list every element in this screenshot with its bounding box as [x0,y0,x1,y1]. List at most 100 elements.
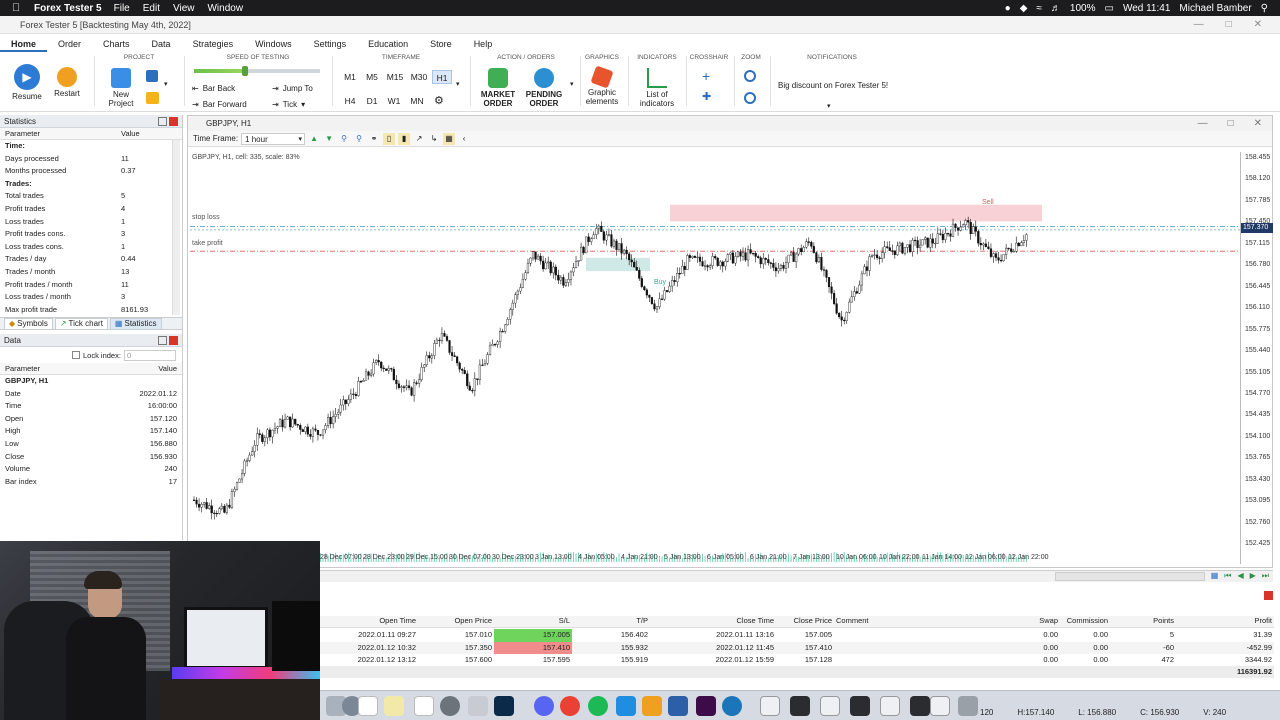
tab-strategies[interactable]: Strategies [182,36,245,52]
chevron-down-icon[interactable]: ▾ [164,80,168,88]
tab-charts[interactable]: Charts [92,36,141,52]
settings-icon[interactable] [440,696,460,716]
trash-icon[interactable] [958,696,978,716]
window-thumb-icon[interactable] [790,696,810,716]
tab-store[interactable]: Store [419,36,463,52]
list-of-indicators-button[interactable]: List of indicators [632,68,682,108]
col-open-price[interactable]: Open Price [418,616,494,627]
next-icon[interactable]: ▶ [1250,571,1256,581]
menubar-app-name[interactable]: Forex Tester 5 [34,3,102,14]
tf-m1[interactable]: M1 [340,70,360,84]
market-order-button[interactable]: MARKET ORDER [476,68,520,108]
quicktime-icon[interactable] [722,696,742,716]
volume-icon[interactable]: ♬ [1051,3,1061,14]
menubar-datetime[interactable]: Wed 11:41 [1123,3,1170,14]
tf-h4[interactable]: H4 [340,94,360,108]
vs-code-icon[interactable] [668,696,688,716]
minimize-icon[interactable]: — [1198,116,1208,131]
col-sl[interactable]: S/L [494,616,572,627]
menu-view[interactable]: View [173,3,195,14]
record-icon[interactable]: ● [1005,3,1011,14]
photoshop-icon[interactable] [494,696,514,716]
timeframe-select[interactable]: 1 hour ▾ [241,132,306,145]
chevron-down-icon[interactable]: ▾ [456,80,460,88]
statistics-scrollbar[interactable] [172,140,180,315]
tf-m30[interactable]: M30 [408,70,430,84]
col-commission[interactable]: Commission [1060,616,1110,627]
zoom-out-icon[interactable] [744,92,756,104]
minimize-icon[interactable]: — [1194,19,1204,30]
restart-button[interactable]: Restart [50,64,84,98]
tf-m15[interactable]: M15 [384,70,406,84]
prev-icon[interactable]: ◀ [1237,571,1243,581]
maximize-icon[interactable]: □ [1226,19,1232,30]
notes-icon[interactable] [384,696,404,716]
fit-icon[interactable]: ▦ [1211,571,1219,581]
line-chart-icon[interactable]: ↗ [413,133,425,145]
crosshair-dotted-icon[interactable]: ✚ [702,90,711,103]
tab-windows[interactable]: Windows [244,36,303,52]
menu-window[interactable]: Window [207,3,243,14]
chevron-down-icon[interactable]: ▾ [570,80,574,88]
last-icon[interactable]: ⏭ [1262,571,1269,581]
tab-order[interactable]: Order [47,36,92,52]
tf-mn[interactable]: MN [406,94,428,108]
indicator-icon[interactable]: ↳ [428,133,440,145]
first-icon[interactable]: ⏮ [1224,571,1231,581]
chart-scrollbar[interactable] [1055,572,1205,581]
tf-w1[interactable]: W1 [384,94,404,108]
dropbox-icon[interactable]: ◆ [1020,3,1028,14]
grid-icon[interactable]: ▦ [443,132,456,145]
col-close-time[interactable]: Close Time [650,616,776,627]
speed-slider-handle[interactable] [242,66,248,76]
tab-education[interactable]: Education [357,36,419,52]
tab-data[interactable]: Data [141,36,182,52]
menubar-user[interactable]: Michael Bamber [1179,3,1251,14]
table-row[interactable]: 2022.01.12 10:32 157.350 157.410 155.932 202… [320,641,1274,655]
arrow-up-icon[interactable]: ▲ [308,133,320,145]
binoculars-icon[interactable]: ⚭ [368,133,380,145]
restore-icon[interactable] [158,336,167,345]
gear-icon[interactable]: ⚙ [434,94,444,107]
window-thumb-icon[interactable] [820,696,840,716]
close-icon[interactable] [1264,591,1273,600]
window-thumb-icon[interactable] [910,696,930,716]
tab-help[interactable]: Help [463,36,504,52]
arrow-down-icon[interactable]: ▼ [323,133,335,145]
close-icon[interactable] [169,117,178,126]
notification-text[interactable]: Big discount on Forex Tester 5! [778,81,888,90]
spotlight-icon[interactable]: ⚲ [1261,3,1268,14]
tf-d1[interactable]: D1 [362,94,382,108]
tab-home[interactable]: Home [0,36,48,52]
chevron-down-icon[interactable]: ▾ [827,102,831,110]
zoom-in-icon[interactable] [744,70,756,82]
window-thumb-icon[interactable] [760,696,780,716]
maximize-icon[interactable]: □ [1228,116,1234,131]
save-icon[interactable] [146,70,158,82]
bar-forward-button[interactable]: ⇥ Bar Forward [192,100,247,109]
chrome-icon[interactable] [560,696,580,716]
price-axis[interactable]: 158.455 158.120 157.785 157.450 157.115 156.7… [1240,152,1274,564]
price-chart[interactable]: GBPJPY, H1, cell: 335, scale: 83% stop l… [190,152,1240,564]
window-thumb-icon[interactable] [850,696,870,716]
premiere-icon[interactable] [696,696,716,716]
col-close-price[interactable]: Close Price [776,616,834,627]
bars-icon[interactable]: ▮ [398,132,411,145]
crosshair-icon[interactable]: + [702,68,710,84]
close-icon[interactable]: ✕ [1254,19,1262,30]
battery-icon[interactable]: ▭ [1105,3,1114,14]
lock-index-checkbox[interactable] [72,351,80,359]
reminders-icon[interactable] [414,696,434,716]
candles-icon[interactable]: ▯ [383,132,396,145]
chevron-left-icon[interactable]: ‹ [458,133,470,145]
spotify-icon[interactable] [588,696,608,716]
help-icon[interactable] [468,696,488,716]
wifi-icon[interactable]: ≈ [1036,3,1042,14]
lock-index-input[interactable]: 0 [123,349,176,361]
bar-back-button[interactable]: ⇤ Bar Back [192,84,235,93]
restore-icon[interactable] [158,117,167,126]
menu-file[interactable]: File [114,3,130,14]
apple-icon[interactable]:  [12,2,26,14]
windows-icon[interactable] [616,696,636,716]
tab-statistics[interactable]: ▦ Statistics [109,317,162,330]
